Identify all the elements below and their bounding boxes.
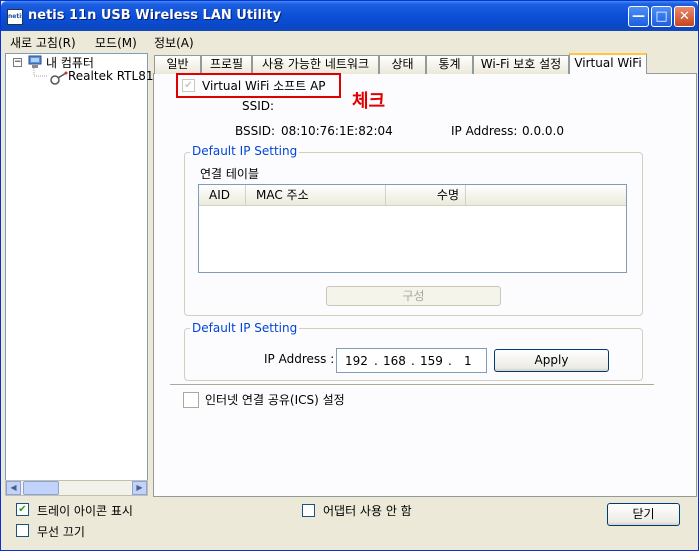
maximize-button[interactable]: □ bbox=[651, 6, 672, 27]
ics-checkbox[interactable] bbox=[183, 392, 199, 408]
table-header: AID MAC 주소 수명 bbox=[199, 185, 626, 206]
disable-adapter-label: 어댑터 사용 안 함 bbox=[323, 504, 412, 518]
device-tree[interactable]: − 내 컴퓨터 Realtek RTL81 bbox=[5, 53, 153, 495]
scroll-left-icon[interactable]: ◀ bbox=[6, 481, 21, 495]
disable-adapter-checkbox[interactable] bbox=[302, 504, 315, 517]
minimize-button[interactable]: — bbox=[628, 6, 649, 27]
separator bbox=[170, 384, 654, 386]
ip-octet-1[interactable]: 192 bbox=[345, 354, 368, 368]
app-icon: netis bbox=[7, 9, 25, 25]
menu-mode[interactable]: 모드(M) bbox=[95, 34, 137, 51]
ip-octet-4[interactable]: 1 bbox=[464, 354, 472, 368]
ics-label: 인터넷 연결 공유(ICS) 설정 bbox=[205, 393, 345, 407]
group2-title: Default IP Setting bbox=[190, 321, 300, 335]
computer-icon bbox=[28, 55, 42, 68]
tab-statistics[interactable]: 통계 bbox=[426, 55, 473, 74]
scroll-thumb[interactable] bbox=[23, 481, 59, 495]
bssid-label: BSSID: bbox=[235, 124, 276, 138]
title-bar[interactable]: netis netis 11n USB Wireless LAN Utility… bbox=[1, 1, 698, 31]
column-aid[interactable]: AID bbox=[199, 185, 246, 205]
ip-octet-2[interactable]: 168 bbox=[383, 354, 406, 368]
tree-collapse-icon[interactable]: − bbox=[13, 58, 22, 67]
tree-horizontal-scrollbar[interactable]: ◀ ▶ bbox=[5, 480, 148, 496]
column-mac[interactable]: MAC 주소 bbox=[246, 185, 386, 205]
tray-icon-label: 트레이 아이콘 표시 bbox=[37, 504, 133, 518]
network-adapter-icon bbox=[50, 71, 68, 85]
ip-octet-3[interactable]: 159 bbox=[420, 354, 443, 368]
tree-connector bbox=[33, 68, 48, 77]
highlight-box bbox=[176, 73, 341, 98]
annotation-note: 체크 bbox=[352, 91, 386, 112]
main-window: netis netis 11n USB Wireless LAN Utility… bbox=[0, 0, 699, 551]
column-lifetime[interactable]: 수명 bbox=[386, 185, 466, 205]
window-title: netis 11n USB Wireless LAN Utility bbox=[28, 8, 282, 23]
ip-dot: . bbox=[374, 354, 378, 368]
tab-general[interactable]: 일반 bbox=[154, 55, 201, 74]
apply-button[interactable]: Apply bbox=[494, 349, 609, 372]
close-window-button[interactable]: ✕ bbox=[674, 6, 695, 27]
tray-icon-checkbox[interactable]: ✔ bbox=[16, 503, 29, 516]
tab-profile[interactable]: 프로필 bbox=[201, 55, 252, 74]
ip-address-value: 0.0.0.0 bbox=[522, 124, 564, 138]
connection-table-label: 연결 테이블 bbox=[200, 167, 260, 181]
ssid-label: SSID: bbox=[242, 99, 275, 113]
tab-available-networks[interactable]: 사용 가능한 네트워크 bbox=[252, 55, 379, 74]
ip-dot: . bbox=[448, 354, 452, 368]
close-button[interactable]: 닫기 bbox=[607, 503, 680, 526]
menu-bar: 새로 고침(R) 모드(M) 정보(A) bbox=[1, 31, 698, 51]
ip-input-label: IP Address : bbox=[264, 352, 335, 366]
menu-info[interactable]: 정보(A) bbox=[154, 34, 194, 51]
scroll-right-icon[interactable]: ▶ bbox=[132, 481, 147, 495]
ip-address-label: IP Address: bbox=[451, 124, 518, 138]
group1-title: Default IP Setting bbox=[190, 144, 300, 158]
radio-off-label: 무선 끄기 bbox=[37, 525, 85, 539]
ip-dot: . bbox=[411, 354, 415, 368]
menu-refresh[interactable]: 새로 고침(R) bbox=[10, 34, 76, 51]
bssid-value: 08:10:76:1E:82:04 bbox=[281, 124, 393, 138]
tab-wps[interactable]: Wi-Fi 보호 설정 bbox=[473, 55, 569, 74]
tree-item-adapter[interactable]: Realtek RTL81 bbox=[68, 69, 153, 83]
ip-address-input[interactable]: 192 . 168 . 159 . 1 bbox=[336, 348, 487, 373]
tab-virtual-wifi[interactable]: Virtual WiFi bbox=[569, 53, 647, 74]
radio-off-checkbox[interactable] bbox=[16, 524, 29, 537]
tab-status[interactable]: 상태 bbox=[379, 55, 426, 74]
connection-table[interactable]: AID MAC 주소 수명 bbox=[198, 184, 627, 273]
configure-button[interactable]: 구성 bbox=[326, 286, 501, 306]
